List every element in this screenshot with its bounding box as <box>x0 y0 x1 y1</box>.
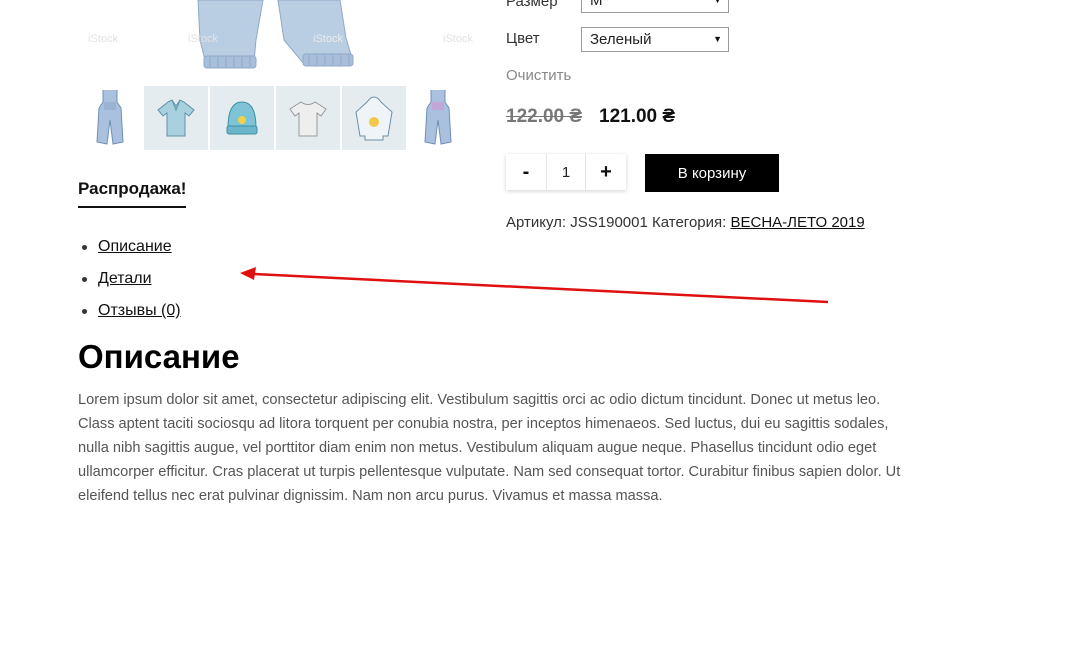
size-select[interactable]: M ▼ <box>581 0 729 13</box>
chevron-down-icon: ▼ <box>713 0 722 5</box>
svg-text:iStock: iStock <box>188 33 218 45</box>
watermark-text: iStock <box>88 33 118 45</box>
tab-description-link[interactable]: Описание <box>98 238 172 255</box>
description-title: Описание <box>78 338 240 375</box>
chevron-down-icon: ▼ <box>713 34 722 44</box>
size-value: M <box>590 0 603 9</box>
current-price: 121.00 ₴ <box>599 106 676 127</box>
tab-description: Описание <box>82 236 181 268</box>
denim-romper-icon <box>424 90 452 145</box>
category-link[interactable]: ВЕСНА-ЛЕТО 2019 <box>730 214 864 231</box>
tab-details-link[interactable]: Детали <box>98 270 152 287</box>
quantity-decrease-button[interactable]: - <box>506 154 546 190</box>
thumbnail-tshirt[interactable] <box>276 86 340 150</box>
svg-text:iStock: iStock <box>313 33 343 45</box>
quantity-stepper: - + <box>506 154 626 190</box>
product-main-image[interactable]: iStock iStock iStock iStock <box>78 0 476 72</box>
thumbnail-beanie[interactable] <box>210 86 274 150</box>
svg-text:iStock: iStock <box>443 33 473 45</box>
tab-reviews: Отзывы (0) <box>82 300 181 332</box>
color-value: Зеленый <box>590 31 652 48</box>
product-meta: Артикул: JSS190001 Категория: ВЕСНА-ЛЕТО… <box>506 214 865 231</box>
quantity-input[interactable] <box>546 154 586 190</box>
polo-shirt-icon <box>157 99 195 137</box>
color-select[interactable]: Зеленый ▼ <box>581 27 729 52</box>
category-label: Категория: <box>652 214 727 231</box>
denim-romper-icon <box>96 90 124 145</box>
color-label: Цвет <box>506 30 540 47</box>
sku-value: JSS190001 <box>570 214 648 231</box>
hoodie-icon <box>355 96 393 141</box>
thumbnail-romper-2[interactable] <box>408 86 468 150</box>
thumbnail-polo[interactable] <box>144 86 208 150</box>
clear-variations-link[interactable]: Очистить <box>506 67 571 84</box>
add-to-cart-button[interactable]: В корзину <box>645 154 779 192</box>
old-price: 122.00 ₴ <box>506 106 583 127</box>
tab-details: Детали <box>82 268 181 300</box>
product-tabs: Описание Детали Отзывы (0) <box>82 236 181 332</box>
tab-reviews-link[interactable]: Отзывы (0) <box>98 302 181 319</box>
quantity-increase-button[interactable]: + <box>586 154 626 190</box>
sku-label: Артикул: <box>506 214 567 231</box>
description-text: Lorem ipsum dolor sit amet, consectetur … <box>78 392 901 504</box>
annotation-arrow <box>240 267 829 304</box>
beanie-icon <box>226 101 258 135</box>
thumbnail-strip <box>78 86 468 150</box>
thumbnail-romper[interactable] <box>78 86 142 150</box>
tshirt-icon <box>289 101 327 137</box>
size-label: Размер <box>506 0 558 10</box>
sale-tab[interactable]: Распродажа! <box>78 179 187 208</box>
thumbnail-hoodie[interactable] <box>342 86 406 150</box>
